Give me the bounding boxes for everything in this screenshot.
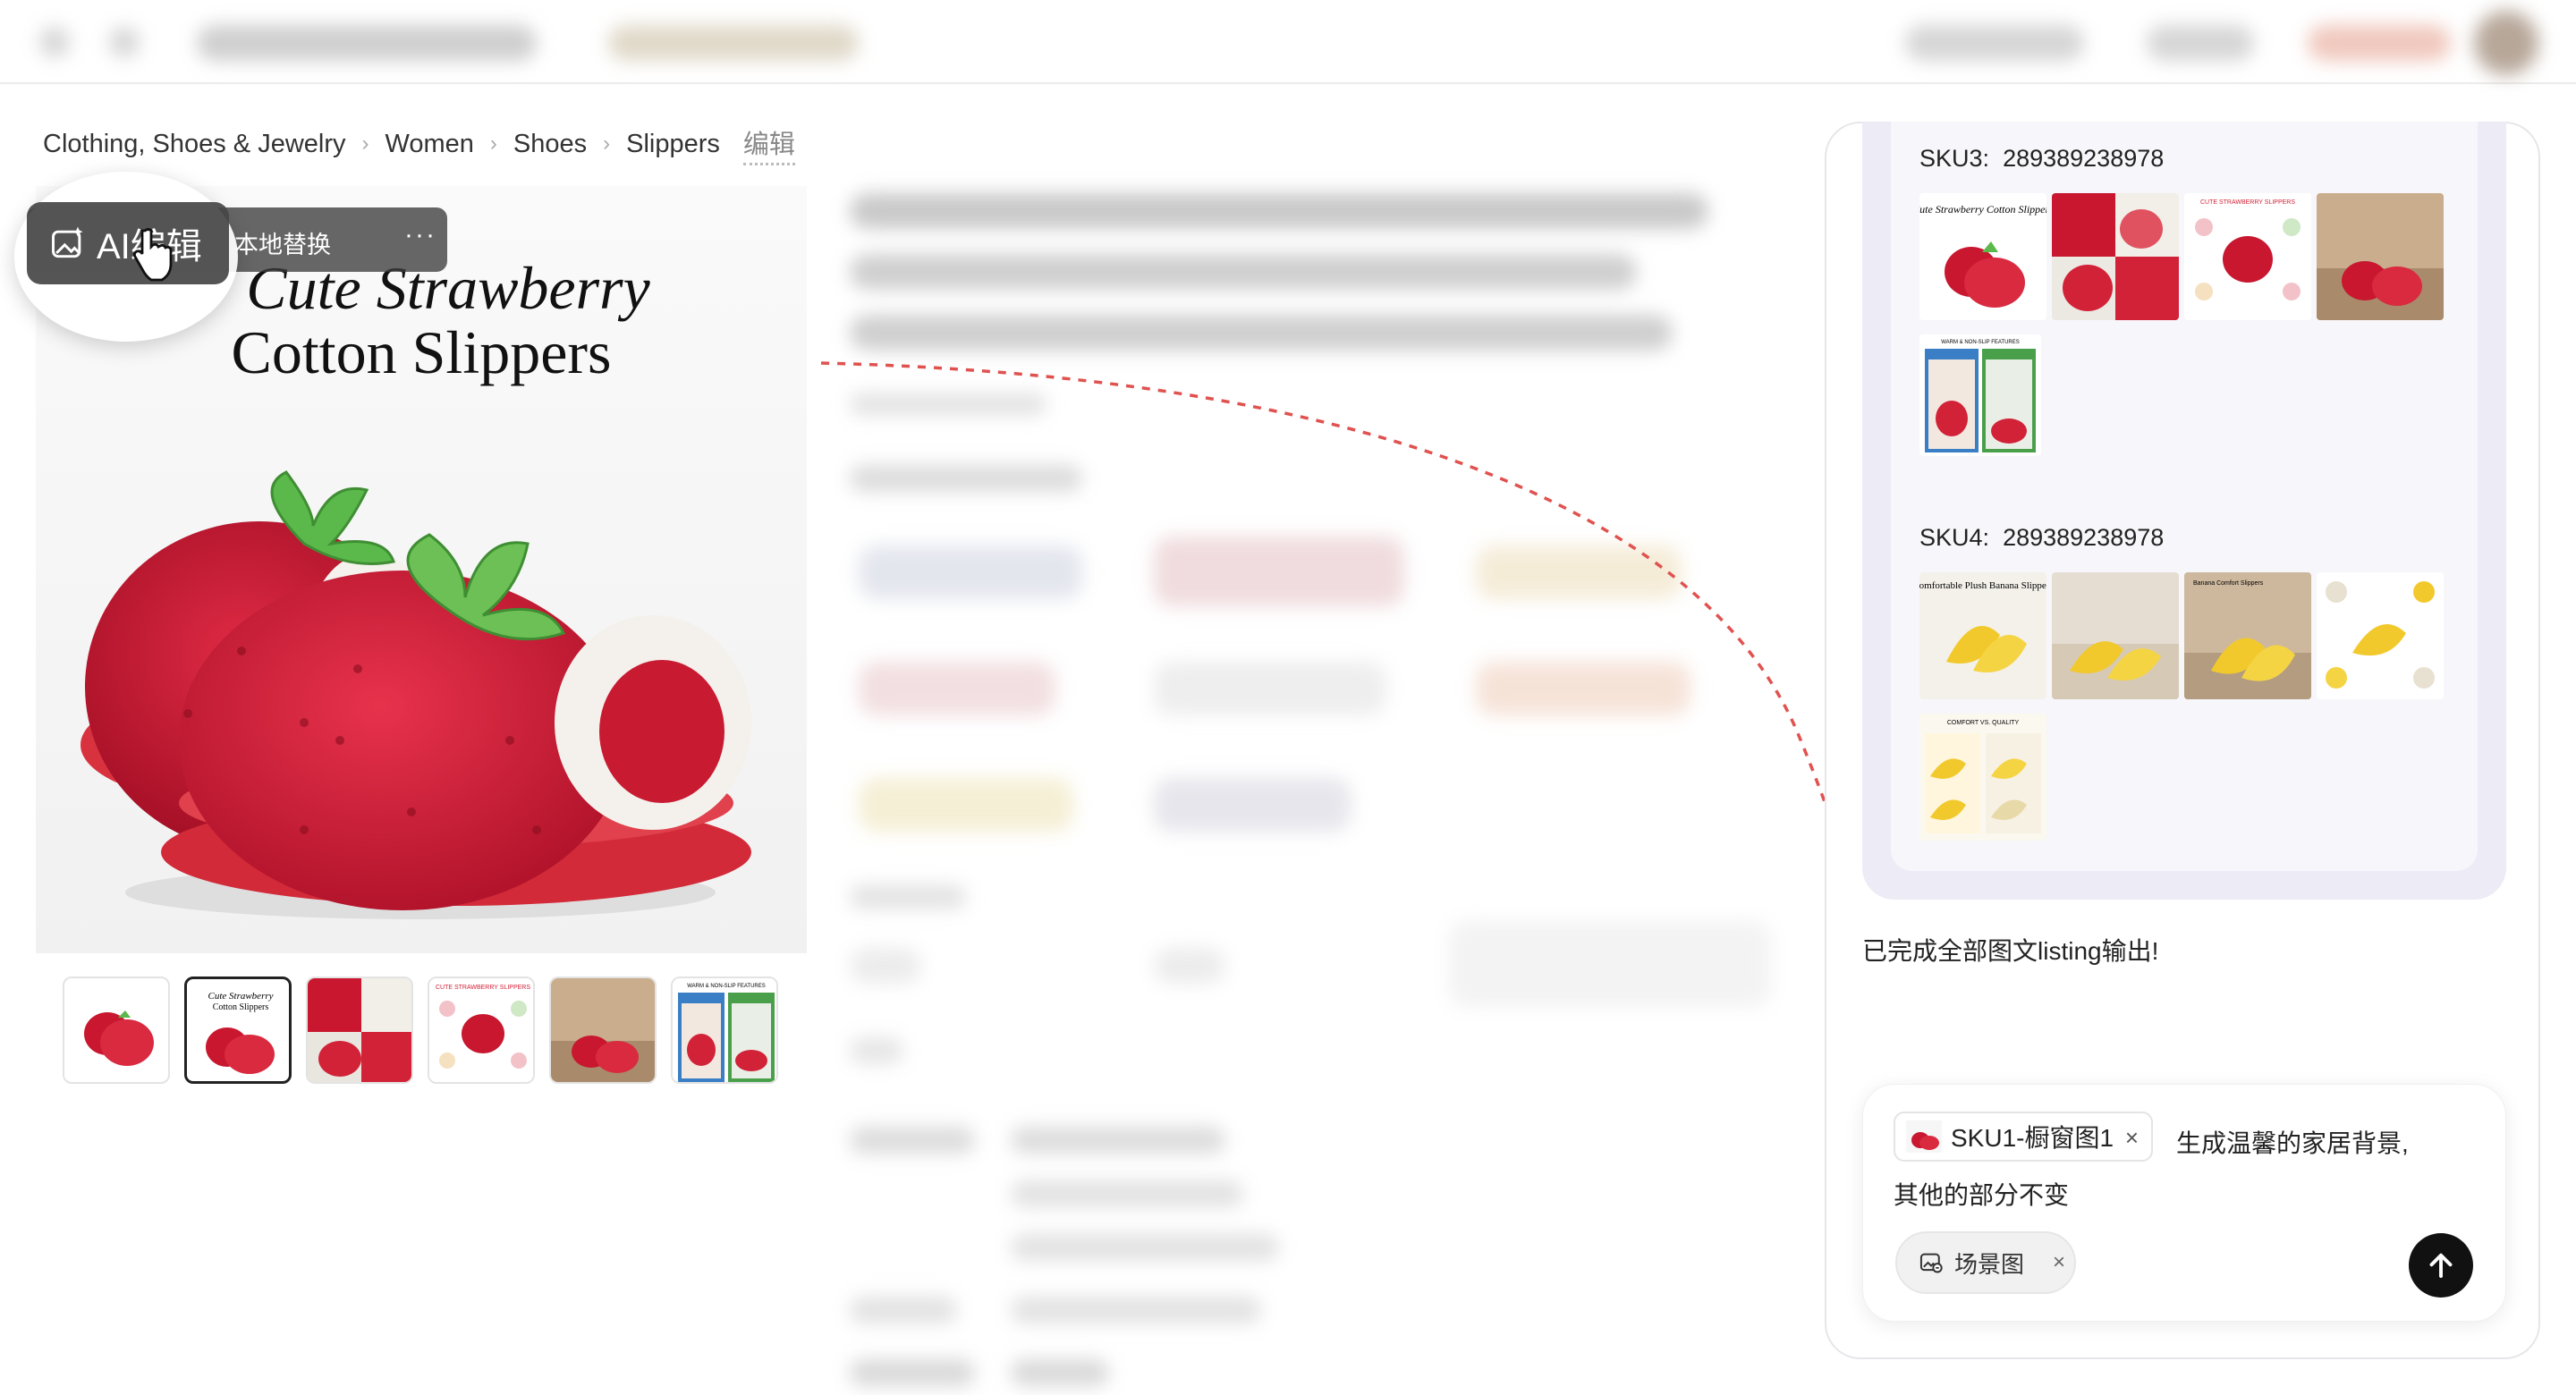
svg-text:CUTE STRAWBERRY SLIPPERS: CUTE STRAWBERRY SLIPPERS xyxy=(436,985,530,991)
thumbnail-strip: Cute Strawberry Cotton Slippers CUTE STRA… xyxy=(63,976,778,1084)
scene-tag-chip[interactable]: 场景图 × xyxy=(1895,1231,2076,1294)
back-icon[interactable] xyxy=(39,27,70,57)
spec-label-blurred xyxy=(850,1297,957,1323)
spec-value-blurred xyxy=(1011,1180,1243,1207)
svg-text:Banana Comfort Slippers: Banana Comfort Slippers xyxy=(2193,580,2264,587)
chevron-right-icon: › xyxy=(603,131,611,156)
nav-cta[interactable] xyxy=(2308,25,2451,61)
sku3-image[interactable]: WARM & NON-SLIP FEATURES xyxy=(1919,334,2041,456)
variant-option[interactable] xyxy=(1154,537,1404,606)
sku3-heading: SKU3: 289389238978 xyxy=(1919,145,2165,172)
breadcrumb-item[interactable]: Shoes xyxy=(513,130,587,159)
thumbnail[interactable] xyxy=(306,976,413,1084)
svg-text:Cute Strawberry Cotton Slipper: Cute Strawberry Cotton Slippers xyxy=(1919,203,2046,216)
variant-option[interactable] xyxy=(1154,662,1386,715)
thumbnail[interactable]: WARM & NON-SLIP FEATURES xyxy=(671,976,778,1084)
svg-text:COMFORT VS. QUALITY: COMFORT VS. QUALITY xyxy=(1947,720,2020,726)
svg-text:Cotton Slippers: Cotton Slippers xyxy=(213,1002,269,1012)
ai-edit-button[interactable]: AI编辑 xyxy=(27,202,229,284)
breadcrumb: Clothing, Shoes & Jewelry › Women › Shoe… xyxy=(43,123,795,165)
svg-text:Comfortable Plush Banana Slipp: Comfortable Plush Banana Slippers xyxy=(1919,580,2046,591)
rating-blurred xyxy=(850,393,1046,415)
prompt-text[interactable]: 其他的部分不变 xyxy=(1894,1176,2069,1212)
variant-option[interactable] xyxy=(859,545,1082,599)
spec-label-blurred xyxy=(850,1127,975,1154)
avatar[interactable] xyxy=(2474,11,2538,75)
chevron-right-icon: › xyxy=(361,131,369,156)
qty-blurred[interactable] xyxy=(1154,948,1225,984)
variant-option[interactable] xyxy=(1476,545,1682,599)
sku3-image[interactable]: CUTE STRAWBERRY SLIPPERS xyxy=(2184,193,2311,320)
breadcrumb-edit-link[interactable]: 编辑 xyxy=(742,123,795,165)
forward-icon[interactable] xyxy=(109,27,140,57)
svg-text:CUTE STRAWBERRY SLIPPERS: CUTE STRAWBERRY SLIPPERS xyxy=(2200,199,2295,206)
size-label-blurred xyxy=(850,885,966,909)
sku4-heading: SKU4: 289389238978 xyxy=(1919,524,2165,551)
chip-thumbnail xyxy=(1906,1120,1942,1153)
sku4-image[interactable] xyxy=(2052,572,2179,699)
sku3-image[interactable] xyxy=(2317,193,2444,320)
more-options-button[interactable]: ··· xyxy=(404,220,436,250)
thumbnail[interactable]: Cute Strawberry Cotton Slippers xyxy=(184,976,292,1084)
sku4-image[interactable]: Banana Comfort Slippers xyxy=(2184,572,2311,699)
variant-option[interactable] xyxy=(859,778,1073,832)
nav-link[interactable] xyxy=(2147,25,2254,61)
variant-option[interactable] xyxy=(1154,778,1351,832)
spec-value-blurred xyxy=(1011,1234,1279,1261)
results-card-inner: SKU3: 289389238978 Cute Strawberry Cotto… xyxy=(1891,122,2478,871)
sku3-image[interactable] xyxy=(2052,193,2179,320)
scene-image-icon xyxy=(1919,1253,1943,1273)
svg-text:WARM & NON-SLIP FEATURES: WARM & NON-SLIP FEATURES xyxy=(687,984,766,989)
add-to-cart-blurred[interactable] xyxy=(1449,921,1771,1007)
send-button[interactable] xyxy=(2409,1233,2473,1298)
nav-search[interactable] xyxy=(608,25,859,61)
sku4-image[interactable]: COMFORT VS. QUALITY xyxy=(1919,714,2046,841)
pointer-cursor-icon xyxy=(132,228,173,282)
sku4-image[interactable] xyxy=(2317,572,2444,699)
thumbnail[interactable] xyxy=(549,976,657,1084)
close-icon[interactable]: × xyxy=(2053,1250,2065,1275)
thumbnail[interactable]: CUTE STRAWBERRY SLIPPERS xyxy=(428,976,535,1084)
sku4-image[interactable]: Comfortable Plush Banana Slippers xyxy=(1919,572,2046,699)
results-card: SKU3: 289389238978 Cute Strawberry Cotto… xyxy=(1862,122,2506,900)
top-navigation-bar xyxy=(0,0,2576,84)
thumbnail[interactable] xyxy=(63,976,170,1084)
completion-message: 已完成全部图文listing输出! xyxy=(1862,937,2159,965)
svg-text:Cute Strawberry: Cute Strawberry xyxy=(208,991,273,1002)
variant-option[interactable] xyxy=(1476,662,1690,715)
chevron-right-icon: › xyxy=(489,131,497,156)
arrow-up-icon xyxy=(2429,1253,2453,1278)
ai-assistant-panel: SKU3: 289389238978 Cute Strawberry Cotto… xyxy=(1825,122,2540,1359)
site-logo[interactable] xyxy=(197,25,537,61)
close-icon[interactable]: × xyxy=(2125,1124,2139,1152)
breadcrumb-item[interactable]: Women xyxy=(386,130,474,159)
product-title-blurred xyxy=(850,193,1708,229)
spec-label-blurred xyxy=(850,1359,975,1386)
breadcrumb-item[interactable]: Slippers xyxy=(626,130,720,159)
info-blurred xyxy=(850,1037,903,1064)
ai-image-icon xyxy=(52,226,83,258)
variant-label-blurred xyxy=(850,465,1082,492)
sku3-image[interactable]: Cute Strawberry Cotton Slippers xyxy=(1919,193,2046,320)
variant-option[interactable] xyxy=(859,662,1055,715)
product-title-blurred xyxy=(850,254,1637,290)
spec-value-blurred xyxy=(1011,1297,1261,1323)
product-details-blurred xyxy=(832,179,1798,1395)
local-replace-button[interactable]: 本地替换 xyxy=(234,225,331,260)
prompt-input-card[interactable]: SKU1-橱窗图1 × 生成温馨的家居背景, 其他的部分不变 场景图 × xyxy=(1862,1084,2506,1322)
spec-value-blurred xyxy=(1011,1359,1109,1386)
reference-image-chip[interactable]: SKU1-橱窗图1 × xyxy=(1894,1112,2153,1162)
product-title-blurred xyxy=(850,315,1673,351)
nav-link[interactable] xyxy=(1905,25,2084,61)
spec-value-blurred xyxy=(1011,1127,1225,1154)
prompt-text[interactable]: 生成温馨的家居背景, xyxy=(2176,1124,2409,1160)
breadcrumb-item[interactable]: Clothing, Shoes & Jewelry xyxy=(43,130,346,159)
svg-text:WARM & NON-SLIP FEATURES: WARM & NON-SLIP FEATURES xyxy=(1941,340,2020,345)
qty-blurred[interactable] xyxy=(850,948,921,984)
